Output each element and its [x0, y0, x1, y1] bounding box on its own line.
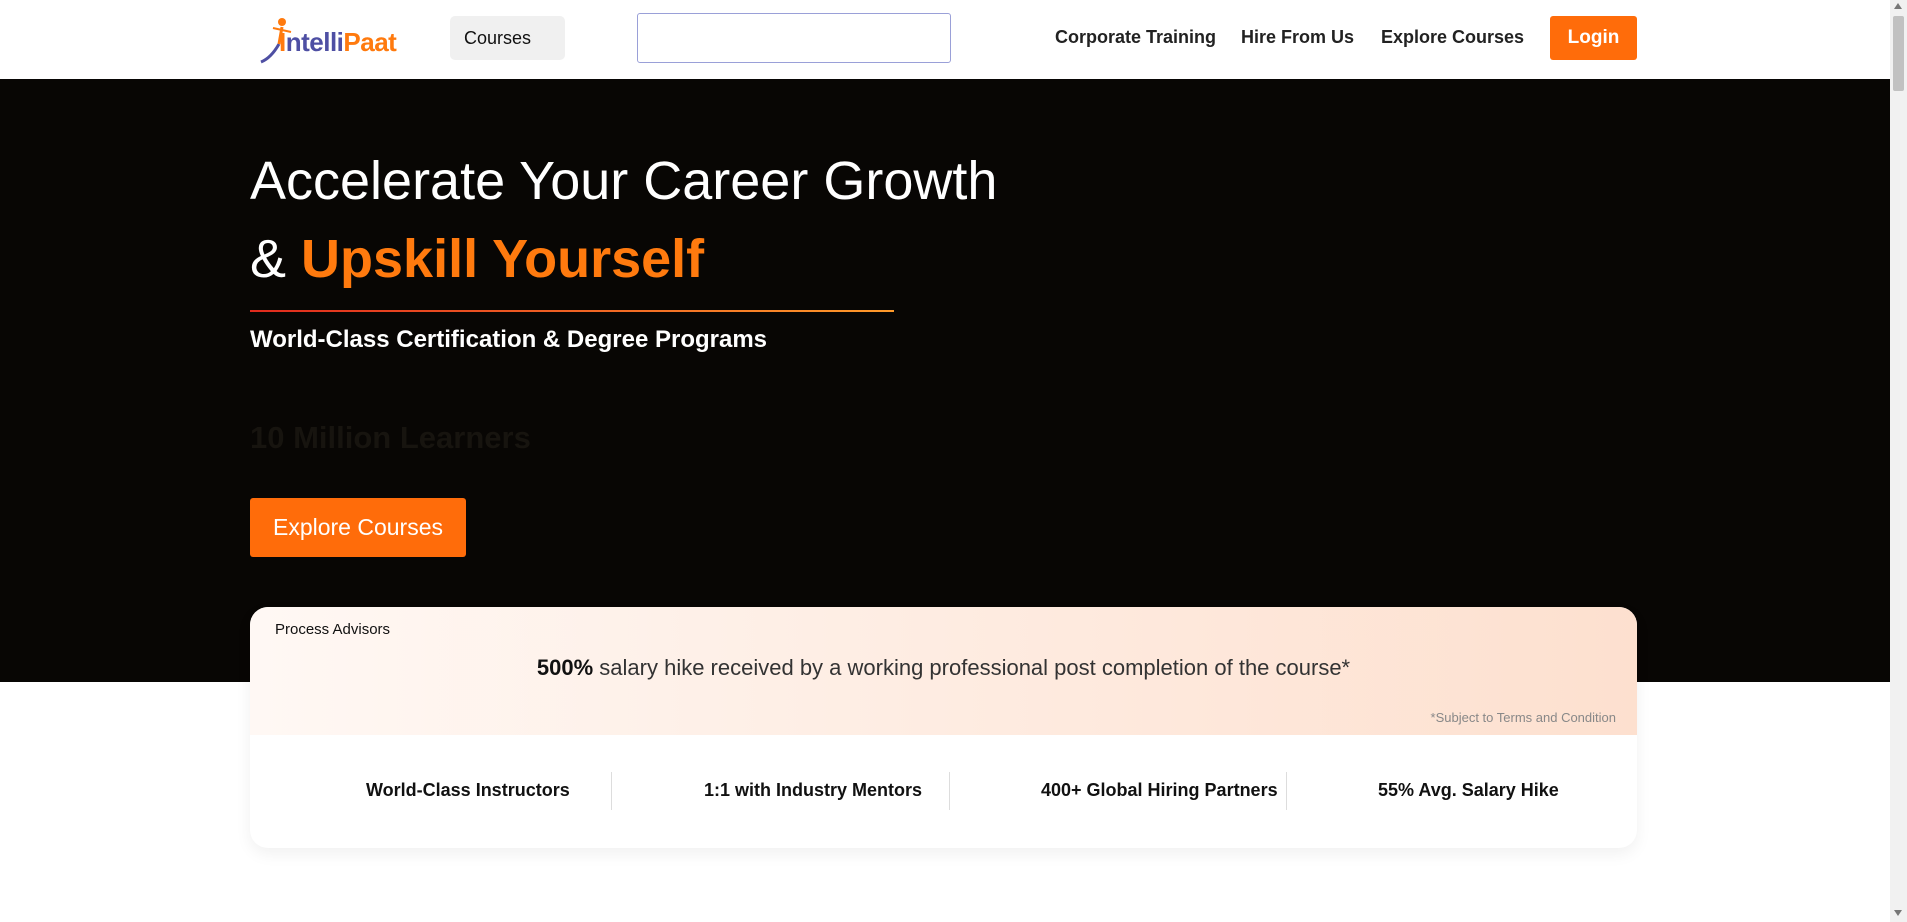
search-input[interactable] — [637, 13, 951, 63]
scroll-up-arrow-icon[interactable] — [1894, 3, 1902, 9]
nav-explore-courses[interactable]: Explore Courses — [1381, 27, 1524, 48]
intellipaat-logo[interactable]: IntelliPaat — [257, 14, 397, 66]
logo-text-ntelli: ntelli — [285, 27, 344, 57]
hero-subtitle: World-Class Certification & Degree Progr… — [250, 326, 768, 353]
courses-dropdown-button[interactable]: Courses — [450, 16, 565, 60]
explore-courses-button[interactable]: Explore Courses — [250, 498, 466, 557]
nav-hire-from-us[interactable]: Hire From Us — [1241, 27, 1354, 48]
stat-divider — [949, 772, 950, 810]
stat-instructors: World-Class Instructors — [366, 780, 570, 800]
login-button[interactable]: Login — [1550, 16, 1637, 60]
stat-mentors: 1:1 with Industry Mentors — [704, 780, 923, 800]
salary-hike-message: 500% salary hike received by a working p… — [250, 655, 1637, 681]
stat-salary-hike: 55% Avg. Salary Hike — [1378, 780, 1559, 800]
logo-wordmark: IntelliPaat — [279, 27, 397, 58]
vertical-scrollbar[interactable] — [1890, 0, 1907, 922]
salary-hike-text: salary hike received by a working profes… — [599, 655, 1351, 680]
hero-title-line1: Accelerate Your Career Growth — [250, 151, 998, 211]
stat-hiring-partners: 400+ Global Hiring Partners — [1041, 780, 1278, 800]
hero-rotating-text: 10 Million Learners — [250, 420, 531, 455]
scrollbar-thumb[interactable] — [1893, 16, 1904, 91]
stat-divider — [611, 772, 612, 810]
nav-corporate-training[interactable]: Corporate Training — [1055, 27, 1216, 48]
hero-title-line2: & Upskill Yourself — [250, 228, 704, 290]
hero-title-prefix: & — [250, 229, 302, 289]
scroll-down-arrow-icon[interactable] — [1894, 910, 1902, 916]
top-navbar: IntelliPaat Courses Corporate Training H… — [0, 0, 1890, 79]
card-tag: Process Advisors — [275, 621, 391, 638]
hero-banner: Accelerate Your Career Growth & Upskill … — [0, 79, 1890, 682]
logo-text-i: I — [279, 27, 286, 57]
hero-title-highlight: Upskill Yourself — [301, 229, 705, 289]
logo-text-paat: Paat — [343, 27, 397, 57]
terms-note: *Subject to Terms and Condition — [1430, 710, 1616, 725]
hero-divider — [250, 310, 894, 312]
page: IntelliPaat Courses Corporate Training H… — [0, 0, 1907, 922]
stats-row: World-Class Instructors 1:1 with Industr… — [250, 735, 1637, 848]
info-card-banner: Process Advisors 500% salary hike receiv… — [250, 607, 1637, 735]
salary-hike-value: 500% — [536, 655, 594, 680]
stat-divider — [1286, 772, 1287, 810]
info-card: Process Advisors 500% salary hike receiv… — [250, 607, 1637, 848]
